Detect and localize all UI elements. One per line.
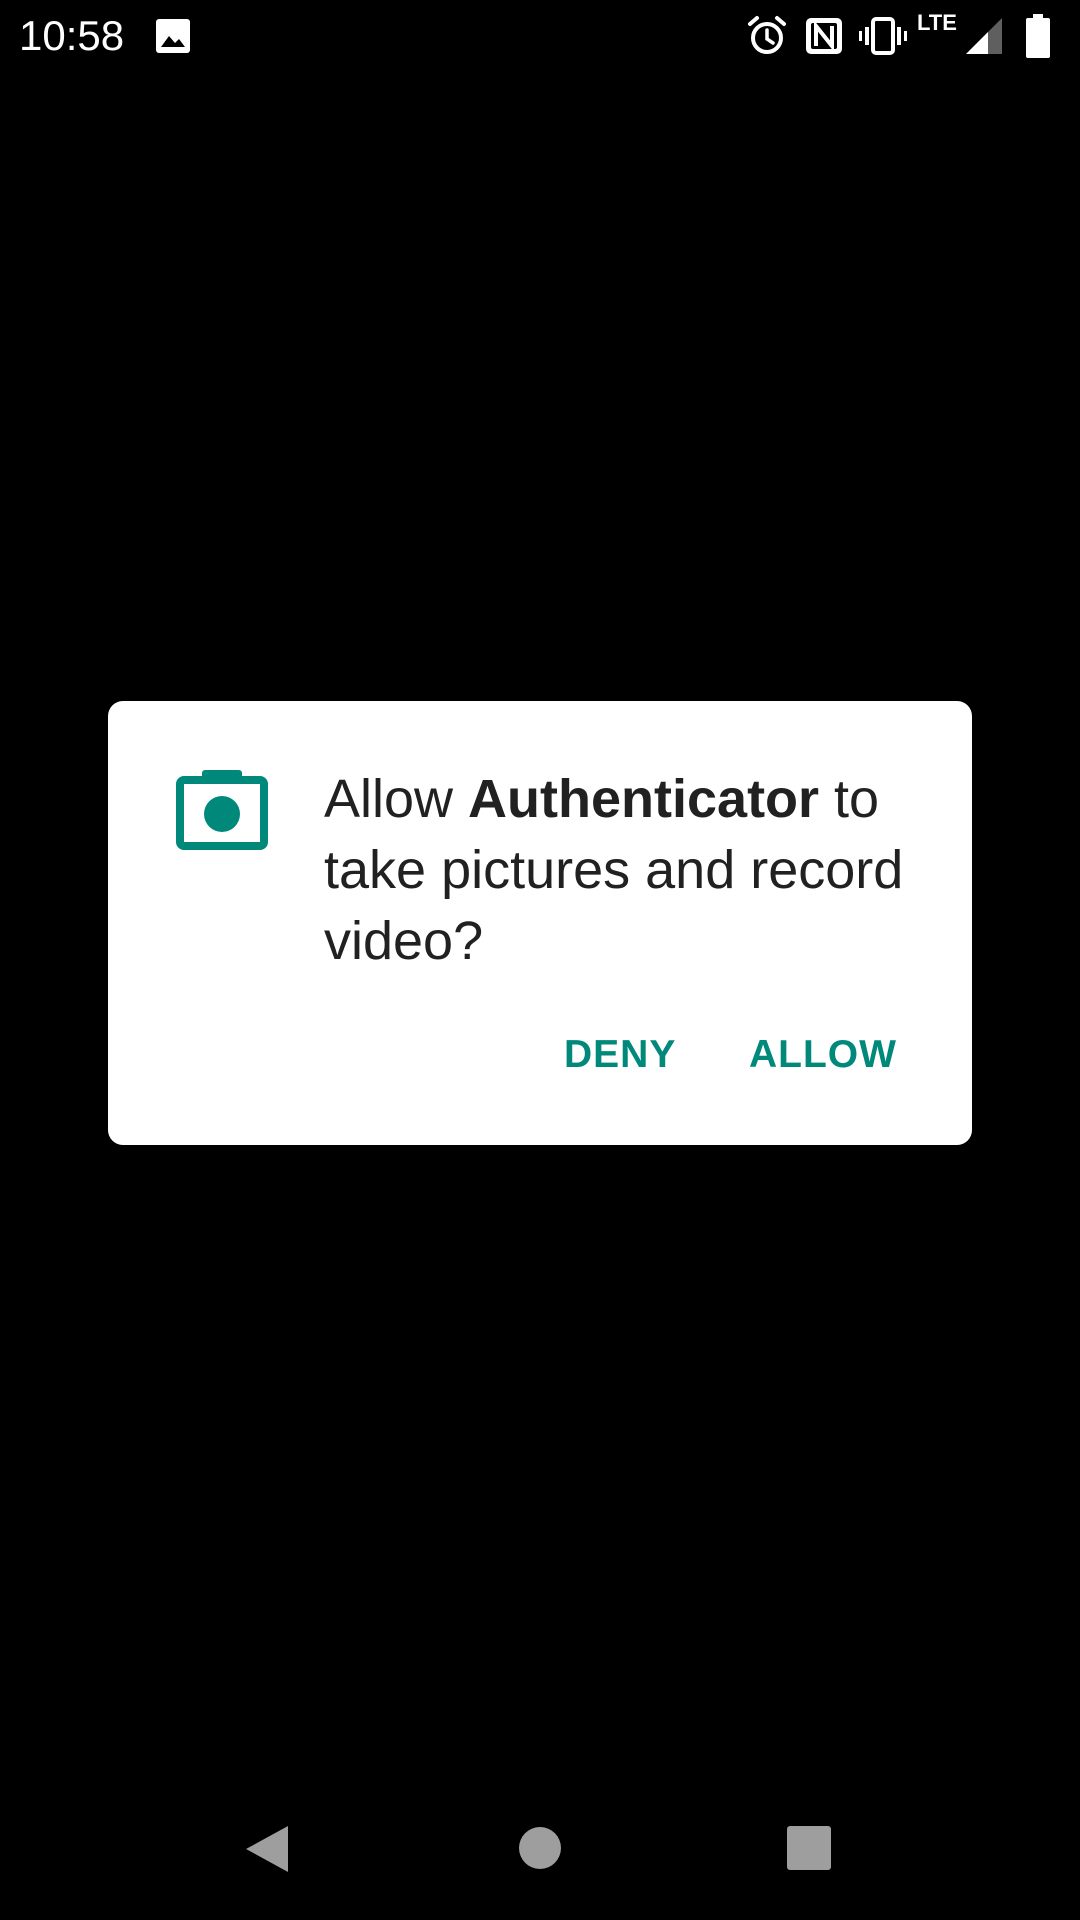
signal-icon	[966, 18, 1002, 54]
back-icon[interactable]	[244, 1824, 290, 1874]
recents-icon[interactable]	[786, 1825, 832, 1871]
nfc-icon	[804, 16, 844, 56]
permission-dialog: Allow Authenticator to take pictures and…	[108, 701, 972, 1145]
vibrate-icon	[858, 16, 908, 56]
dialog-actions: DENY ALLOW	[108, 1019, 972, 1091]
image-icon	[155, 18, 191, 54]
allow-button[interactable]: ALLOW	[749, 1019, 897, 1091]
permission-message: Allow Authenticator to take pictures and…	[324, 764, 924, 977]
battery-icon	[1026, 14, 1050, 58]
navigation-bar	[0, 1800, 1080, 1920]
alarm-icon	[746, 15, 788, 57]
status-bar: 10:58 LTE	[0, 0, 1080, 72]
deny-button[interactable]: DENY	[564, 1019, 676, 1091]
network-type-label: LTE	[917, 10, 957, 35]
status-time: 10:58	[19, 12, 125, 59]
home-icon[interactable]	[518, 1826, 562, 1870]
camera-icon	[176, 768, 268, 850]
app-name: Authenticator	[468, 769, 820, 829]
message-prefix: Allow	[324, 769, 469, 829]
